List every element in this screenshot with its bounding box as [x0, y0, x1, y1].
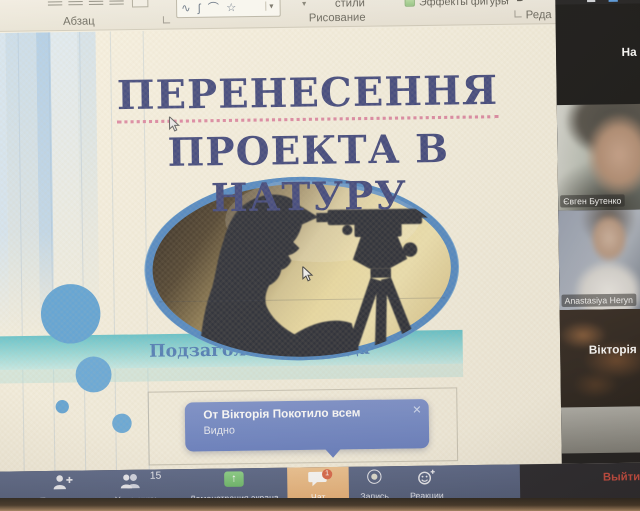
share-screen-icon: ↑	[224, 471, 244, 487]
participant-name: На	[621, 46, 637, 60]
decor-circle-medium	[75, 356, 112, 393]
minimize-icon[interactable]: –	[567, 0, 573, 3]
participants-icon	[121, 473, 141, 489]
invite-person-icon	[53, 475, 73, 490]
more-icon[interactable]: ⋯	[627, 0, 637, 1]
participants-count: 15	[149, 470, 162, 482]
leave-meeting-button[interactable]: Выйти	[603, 471, 640, 484]
align-right-icon[interactable]	[88, 0, 104, 6]
mouse-cursor-icon	[302, 266, 314, 282]
participant-name: Вікторія П	[588, 343, 640, 357]
shape-effects-icon	[404, 0, 415, 7]
zoom-participants-sidebar: – ⋯ На Євген Бутенко Anastasiya Heryn	[555, 0, 640, 464]
laptop-bezel	[0, 498, 640, 511]
layout-icon[interactable]	[608, 0, 618, 2]
text-direction-icon[interactable]	[131, 0, 149, 8]
video-tile[interactable]: Вікторія П Windows ⌄	[559, 308, 640, 408]
drawing-group-label: Рисование	[308, 11, 366, 25]
align-center-icon[interactable]	[68, 0, 83, 6]
video-tile[interactable]: Євген Бутенко	[556, 103, 640, 211]
decor-circle-small2	[112, 413, 132, 434]
video-tile[interactable]: Anastasiya Heryn	[558, 209, 640, 311]
chat-notification-message: Видно	[203, 424, 236, 438]
shape-effects-button[interactable]: Эффекты фигуры	[419, 0, 509, 9]
slide-title-line2[interactable]: ПРОЕКТА В НАТУРУ	[72, 124, 545, 223]
close-icon[interactable]: ✕	[412, 403, 422, 416]
maximize-icon[interactable]	[586, 0, 596, 3]
drawing-dialog-launcher-icon[interactable]	[162, 16, 171, 24]
notification-tail	[324, 448, 342, 458]
mouse-cursor-icon	[168, 116, 181, 132]
participant-name: Anastasiya Heryn	[561, 293, 637, 307]
video-tile-camera-off[interactable]: На	[555, 3, 640, 106]
participant-name: Євген Бутенко	[560, 194, 625, 208]
laptop-screen: ∿ ʃ ⌒ ☆ ▾ ▾ стили Эффекты фигуры ▾ ⊳ В А…	[0, 0, 640, 511]
chat-notification-popup[interactable]: От Вікторія Покотило всем Видно ✕	[184, 399, 430, 458]
slide-title-line1[interactable]: ПЕРЕНЕСЕННЯ	[116, 66, 499, 124]
paragraph-group-label: Абзац	[63, 15, 95, 28]
justify-icon[interactable]	[109, 0, 124, 5]
up-arrow-icon: ↑	[231, 472, 237, 485]
gallery-more-icon[interactable]: ▾	[265, 1, 276, 11]
shape-glyphs-icon: ∿ ʃ ⌒ ☆	[181, 1, 239, 15]
editing-dialog-launcher-icon[interactable]	[514, 10, 522, 18]
decor-circle-small	[55, 399, 70, 414]
template-stripe	[5, 32, 41, 341]
select-letter: В	[516, 0, 524, 4]
select-cursor-icon[interactable]: ⊳	[505, 0, 514, 4]
align-left-icon[interactable]	[47, 0, 63, 6]
shape-effects-caret-icon[interactable]: ▾	[497, 0, 501, 4]
shapes-gallery[interactable]: ∿ ʃ ⌒ ☆ ▾	[175, 0, 281, 19]
record-icon	[367, 469, 382, 484]
arrange-dropdown-icon[interactable]: ▾	[302, 0, 306, 8]
photo-of-screen: ∿ ʃ ⌒ ☆ ▾ ▾ стили Эффекты фигуры ▾ ⊳ В А…	[0, 0, 640, 511]
chat-unread-badge: 1	[321, 469, 333, 480]
quick-styles-label[interactable]: стили	[335, 0, 365, 10]
reactions-smiley-icon	[418, 469, 435, 485]
chat-notification-sender: От Вікторія Покотило всем	[203, 407, 361, 422]
screen-glare	[560, 406, 640, 454]
